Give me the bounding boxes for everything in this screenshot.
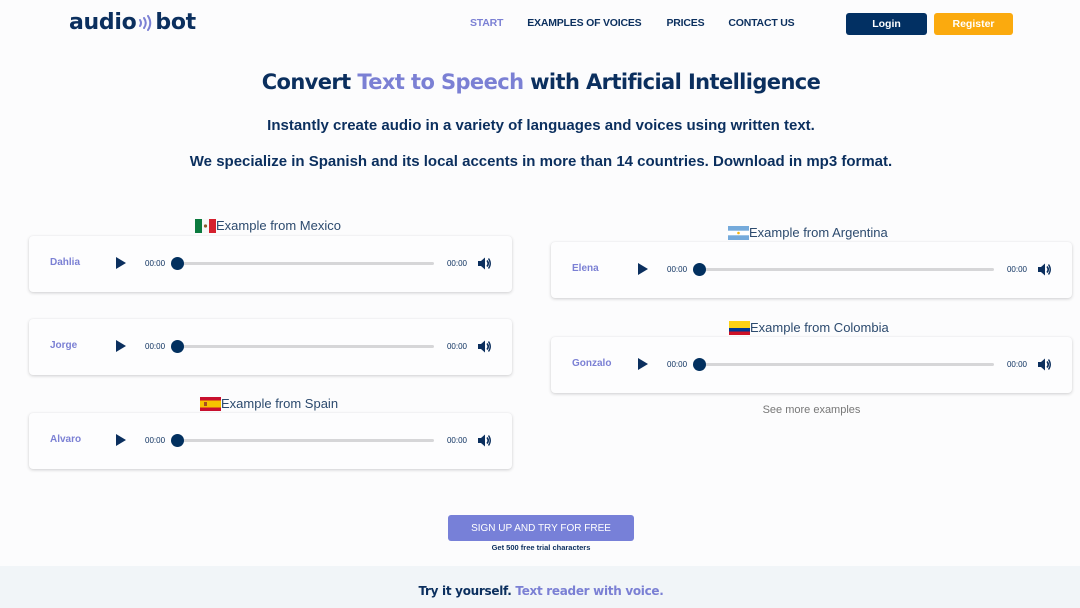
audio-player-jorge: Jorge 00:00 00:00	[29, 319, 512, 375]
seek-thumb[interactable]	[171, 340, 184, 353]
hero-title-part2: with Artificial Intelligence	[523, 70, 821, 94]
try-it-accent: Text reader with voice.	[515, 584, 664, 598]
try-it-heading: Try it yourself. Text reader with voice.	[0, 584, 1080, 598]
main-nav: START EXAMPLES OF VOICES PRICES CONTACT …	[470, 17, 818, 29]
play-icon[interactable]	[638, 263, 648, 275]
voice-name: Alvaro	[50, 434, 82, 445]
current-time: 00:00	[145, 342, 166, 351]
sound-waves-icon	[138, 14, 152, 31]
seek-thumb[interactable]	[171, 257, 184, 270]
duration: 00:00	[446, 342, 467, 351]
example-label-text: Example from Colombia	[750, 320, 889, 335]
play-icon[interactable]	[116, 434, 126, 446]
seek-bar[interactable]	[177, 345, 434, 348]
duration: 00:00	[446, 436, 467, 445]
hero-title-accent: Text to Speech	[357, 70, 524, 94]
voice-name: Gonzalo	[572, 358, 612, 369]
seek-thumb[interactable]	[693, 263, 706, 276]
hero-subtitle-1: Instantly create audio in a variety of l…	[267, 117, 815, 134]
spain-flag-icon	[200, 396, 221, 411]
see-more-examples-link[interactable]: See more examples	[551, 404, 1072, 416]
nav-contact-us[interactable]: CONTACT US	[728, 17, 794, 29]
try-it-section: Try it yourself. Text reader with voice.	[0, 566, 1080, 608]
volume-icon[interactable]	[1037, 262, 1052, 282]
audio-player-alvaro: Alvaro 00:00 00:00	[29, 413, 512, 469]
argentina-flag-icon	[728, 225, 749, 240]
current-time: 00:00	[667, 360, 688, 369]
register-button[interactable]: Register	[934, 13, 1013, 35]
play-icon[interactable]	[638, 358, 648, 370]
nav-prices[interactable]: PRICES	[666, 17, 704, 29]
seek-bar[interactable]	[699, 363, 994, 366]
current-time: 00:00	[145, 436, 166, 445]
free-trial-note: Get 500 free trial characters	[491, 543, 591, 552]
example-label-text: Example from Spain	[221, 396, 339, 411]
voice-name: Jorge	[50, 340, 78, 351]
mexico-flag-icon	[195, 218, 216, 233]
voice-name: Elena	[572, 263, 599, 274]
volume-icon[interactable]	[477, 256, 492, 276]
play-icon[interactable]	[116, 340, 126, 352]
seek-bar[interactable]	[177, 262, 434, 265]
volume-icon[interactable]	[1037, 357, 1052, 377]
duration: 00:00	[1006, 265, 1027, 274]
site-header: audio bot START EXAMPLES OF VOICES PRICE…	[0, 0, 1080, 48]
voice-name: Dahlia	[50, 257, 81, 268]
example-label-colombia: Example from Colombia	[729, 320, 889, 335]
volume-icon[interactable]	[477, 433, 492, 453]
seek-thumb[interactable]	[171, 434, 184, 447]
login-button[interactable]: Login	[846, 13, 927, 35]
example-label-mexico: Example from Mexico	[195, 218, 341, 233]
play-icon[interactable]	[116, 257, 126, 269]
hero-title: Convert Text to Speech with Artificial I…	[0, 70, 1080, 94]
colombia-flag-icon	[729, 320, 750, 335]
current-time: 00:00	[145, 259, 166, 268]
audio-player-dahlia: Dahlia 00:00 00:00	[29, 236, 512, 292]
duration: 00:00	[1006, 360, 1027, 369]
seek-bar[interactable]	[699, 268, 994, 271]
current-time: 00:00	[667, 265, 688, 274]
duration: 00:00	[446, 259, 467, 268]
hero-subtitle-2: We specialize in Spanish and its local a…	[189, 153, 893, 170]
example-label-argentina: Example from Argentina	[728, 225, 888, 240]
seek-bar[interactable]	[177, 439, 434, 442]
volume-icon[interactable]	[477, 339, 492, 359]
example-label-spain: Example from Spain	[200, 396, 338, 411]
nav-start[interactable]: START	[470, 17, 503, 29]
logo-text-bot: bot	[155, 10, 196, 35]
nav-examples-of-voices[interactable]: EXAMPLES OF VOICES	[527, 17, 641, 29]
audio-player-gonzalo: Gonzalo 00:00 00:00	[551, 337, 1072, 393]
sign-up-try-free-button[interactable]: SIGN UP AND TRY FOR FREE	[448, 515, 634, 541]
example-label-text: Example from Mexico	[216, 218, 341, 233]
logo[interactable]: audio bot	[69, 10, 196, 35]
logo-text-audio: audio	[69, 10, 137, 35]
hero-title-part1: Convert	[261, 70, 358, 94]
audio-player-elena: Elena 00:00 00:00	[551, 242, 1072, 298]
seek-thumb[interactable]	[693, 358, 706, 371]
example-label-text: Example from Argentina	[749, 225, 888, 240]
try-it-text: Try it yourself.	[418, 584, 516, 598]
